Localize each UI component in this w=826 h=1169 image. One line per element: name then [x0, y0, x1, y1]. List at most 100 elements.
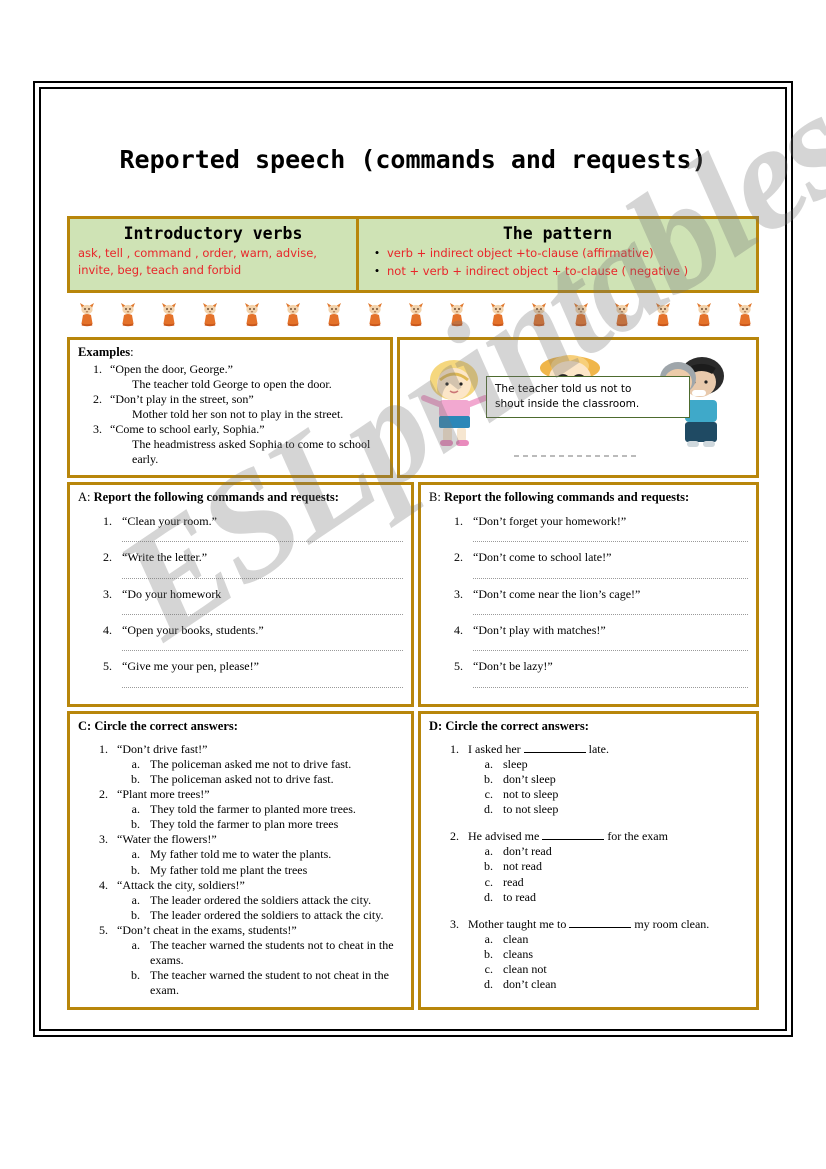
question-row: 3. “Do your homework: [78, 587, 403, 601]
answer-line[interactable]: [122, 531, 403, 543]
section-b-box: B: Report the following commands and req…: [418, 481, 759, 707]
worksheet-content: Reported speech (commands and requests) …: [41, 89, 785, 1029]
mc-option[interactable]: d. don’t clean: [429, 977, 748, 992]
option-text: clean not: [503, 962, 547, 977]
answer-line[interactable]: [473, 677, 748, 688]
cat-icon: [326, 302, 341, 326]
mc-option[interactable]: c. not to sleep: [429, 787, 748, 802]
question-text: Mother taught me to my room clean.: [468, 916, 710, 931]
mc-option[interactable]: a. sleep: [429, 757, 748, 772]
mc-question: 4. “Attack the city, soldiers!”: [78, 878, 403, 893]
mc-option[interactable]: a. The policeman asked me not to drive fa…: [78, 757, 403, 772]
option-letter: a.: [131, 847, 140, 862]
introductory-verbs-heading: Introductory verbs: [123, 224, 303, 243]
cat-icon: [738, 302, 752, 326]
question-number: 1.: [450, 741, 459, 756]
mc-option[interactable]: b. cleans: [429, 947, 748, 962]
speech-bubble: The teacher told us not to shout inside …: [486, 375, 690, 419]
section-b-heading: B: Report the following commands and req…: [429, 489, 690, 504]
question-number: 2.: [99, 787, 108, 802]
mc-option[interactable]: a. clean: [429, 932, 748, 947]
option-text: to read: [503, 889, 536, 904]
option-text: The teacher warned the students not to c…: [150, 938, 394, 968]
question-text: “Don’t be lazy!”: [473, 659, 553, 674]
section-c-heading: C: Circle the correct answers:: [78, 718, 238, 733]
mc-group: 3. Mother taught me to my room clean. a.…: [429, 917, 748, 993]
section-d-list: 1. I asked her late. a. sleep b. don’t sle…: [429, 742, 748, 993]
mc-option[interactable]: a. They told the farmer to planted more t…: [78, 802, 403, 817]
section-d-box: D: Circle the correct answers: 1. I aske…: [418, 710, 759, 1010]
question-number: 5.: [454, 659, 463, 674]
question-text: “Don’t come near the lion’s cage!”: [473, 586, 641, 601]
cat-icon: [162, 302, 177, 326]
mc-option[interactable]: b. The leader ordered the soldiers to att…: [78, 908, 403, 923]
question-text: “Don’t drive fast!”: [117, 741, 208, 756]
question-row: 1. “Don’t forget your homework!”: [429, 514, 748, 528]
introductory-verbs-line-2: invite, beg, teach and forbid: [78, 262, 242, 277]
option-text: My father told me to water the plants.: [150, 847, 332, 862]
mc-option[interactable]: a. My father told me to water the plants.: [78, 847, 403, 862]
mc-option[interactable]: b. My father told me plant the trees: [78, 863, 403, 878]
answer-line[interactable]: [473, 531, 748, 543]
option-letter: a.: [131, 756, 140, 771]
mc-option[interactable]: b. The teacher warned the student to not …: [78, 968, 403, 998]
mc-option[interactable]: b. don’t sleep: [429, 772, 748, 787]
mc-option[interactable]: a. The teacher warned the students not to…: [78, 938, 403, 968]
option-letter: a.: [131, 802, 140, 817]
mc-option[interactable]: b. The policeman asked not to drive fast.: [78, 772, 403, 787]
answer-line[interactable]: [473, 604, 748, 615]
option-letter: b.: [131, 968, 140, 983]
mc-option[interactable]: c. clean not: [429, 962, 748, 977]
option-letter: b.: [484, 947, 493, 962]
option-letter: a.: [484, 756, 493, 771]
answer-line[interactable]: [122, 568, 403, 579]
blank-field[interactable]: [523, 751, 586, 753]
question-text: “Give me your pen, please!”: [122, 659, 259, 674]
option-letter: b.: [484, 859, 493, 874]
mc-option[interactable]: a. The leader ordered the soldiers attack…: [78, 893, 403, 908]
question-text: “Open your books, students.”: [122, 622, 264, 637]
cat-icon: [614, 302, 629, 326]
option-letter: d.: [484, 802, 493, 817]
question-number: 2.: [454, 550, 463, 565]
option-letter: c.: [484, 962, 493, 977]
answer-line[interactable]: [122, 604, 403, 615]
answer-line[interactable]: [473, 640, 748, 652]
blank-field[interactable]: [569, 926, 632, 928]
mc-option[interactable]: a. don’t read: [429, 844, 748, 859]
pattern-item: • verb + indirect object +to-clause (aff…: [367, 245, 748, 260]
cat-icon: [573, 302, 588, 326]
option-text: The policeman asked not to drive fast.: [150, 771, 334, 786]
mc-option[interactable]: d. to read: [429, 890, 748, 905]
mc-option[interactable]: b. not read: [429, 859, 748, 874]
option-text: The teacher warned the student to not ch…: [150, 968, 389, 998]
mc-option[interactable]: d. to not sleep: [429, 802, 748, 817]
answer-line[interactable]: [122, 677, 403, 688]
option-letter: a.: [131, 892, 140, 907]
cat-divider: [77, 301, 755, 327]
question-row: 1. “Clean your room.”: [78, 514, 403, 528]
blank-field[interactable]: [542, 839, 605, 841]
question-number: 1.: [99, 741, 108, 756]
question-text: “Do your homework: [122, 586, 222, 601]
option-text: They told the farmer to planted more tre…: [150, 802, 356, 817]
mc-option[interactable]: b. They told the farmer to plan more tree…: [78, 817, 403, 832]
option-text: don’t sleep: [503, 771, 556, 786]
option-letter: a.: [131, 938, 140, 953]
mc-option[interactable]: c. read: [429, 875, 748, 890]
example-item: 1. “Open the door, George.” The teacher …: [78, 362, 382, 392]
example-item: 3. “Come to school early, Sophia.” The h…: [78, 422, 382, 467]
mc-question: 3. “Water the flowers!”: [78, 832, 403, 847]
mc-group: 2. He advised me for the exam a. don’t re…: [429, 829, 748, 905]
cat-icon: [696, 302, 711, 326]
answer-line[interactable]: [122, 640, 403, 652]
pattern-item: • not + verb + indirect object + to-clau…: [367, 264, 748, 279]
page-title: Reported speech (commands and requests): [119, 145, 707, 174]
examples-box: Examples: 1. “Open the door, George.” Th…: [67, 336, 393, 478]
question-text: “Attack the city, soldiers!”: [117, 877, 245, 892]
answer-line[interactable]: [473, 568, 748, 579]
example-quote: “Don’t play in the street, son”: [110, 391, 254, 406]
question-number: 5.: [103, 659, 112, 674]
examples-row: Examples: 1. “Open the door, George.” Th…: [67, 336, 759, 478]
question-text: “Write the letter.”: [122, 550, 208, 565]
